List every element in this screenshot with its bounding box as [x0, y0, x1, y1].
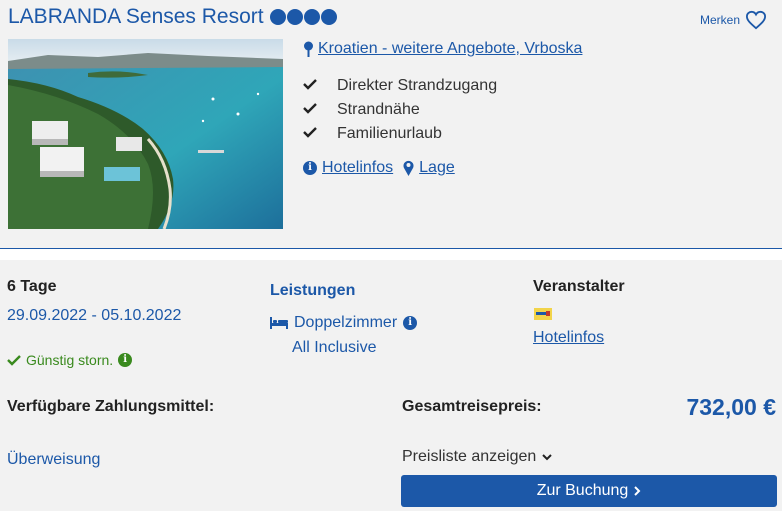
feature-item: Strandnähe: [303, 98, 497, 122]
check-icon: [303, 101, 337, 119]
total-price: 732,00 €: [686, 394, 776, 420]
hotel-location: Kroatien - weitere Angebote, Vrboska: [303, 40, 582, 58]
leistungen-title: Leistungen: [270, 282, 356, 299]
check-icon: [7, 355, 21, 366]
rating-dot: [320, 9, 337, 25]
rating-dot: [303, 9, 320, 25]
booking-button-label: Zur Buchung: [536, 482, 629, 499]
location-link[interactable]: Kroatien - weitere Angebote, Vrboska: [318, 40, 582, 58]
bed-icon: [270, 317, 288, 329]
preisliste-label: Preisliste anzeigen: [402, 448, 537, 465]
info-icon[interactable]: i: [118, 353, 133, 367]
chevron-right-icon: [634, 486, 641, 496]
hotel-rating: [269, 9, 337, 25]
duration: 6 Tage: [7, 278, 57, 295]
check-icon: [303, 77, 337, 95]
info-icon: i: [303, 161, 317, 175]
hotel-title[interactable]: LABRANDA Senses Resort: [8, 5, 337, 29]
room-type: Doppelzimmer i: [270, 314, 418, 332]
hotelinfos-link-group[interactable]: i Hotelinfos: [303, 159, 393, 177]
hotel-card-header: LABRANDA Senses Resort Merken Kroatien -…: [0, 0, 782, 249]
map-pin-icon: [304, 41, 313, 57]
rating-dot: [269, 9, 286, 25]
hotel-features: Direkter Strandzugang Strandnähe Familie…: [303, 74, 497, 146]
merken-button[interactable]: Merken: [700, 10, 767, 30]
tour-operator-logo: [534, 308, 552, 320]
hotel-photo[interactable]: [8, 39, 283, 229]
heart-icon: [746, 10, 767, 30]
hotel-info-links: i Hotelinfos Lage: [303, 159, 455, 177]
hotelinfos-link[interactable]: Hotelinfos: [322, 159, 393, 177]
feature-label: Familienurlaub: [337, 125, 442, 142]
lage-link-group[interactable]: Lage: [403, 159, 455, 177]
gesamtpreis-label: Gesamtreisepreis:: [402, 398, 542, 415]
check-icon: [303, 125, 337, 143]
feature-item: Familienurlaub: [303, 122, 497, 146]
storno-info: Günstig storn. i: [7, 352, 133, 368]
zahlungsmittel-title: Verfügbare Zahlungsmittel:: [7, 398, 215, 415]
veranstalter-link[interactable]: Hotelinfos: [533, 329, 604, 347]
veranstalter-title: Veranstalter: [533, 278, 625, 295]
offer-panel: [0, 260, 782, 511]
feature-label: Strandnähe: [337, 101, 420, 118]
feature-item: Direkter Strandzugang: [303, 74, 497, 98]
hotel-name[interactable]: LABRANDA Senses Resort: [8, 5, 264, 29]
feature-label: Direkter Strandzugang: [337, 77, 498, 94]
room-label: Doppelzimmer: [294, 314, 398, 331]
info-icon[interactable]: i: [403, 316, 418, 330]
travel-dates: 29.09.2022 - 05.10.2022: [7, 307, 182, 324]
chevron-down-icon: [542, 453, 553, 460]
board-type: All Inclusive: [292, 339, 377, 356]
lage-link[interactable]: Lage: [419, 159, 455, 177]
map-pin-icon: [403, 160, 414, 176]
booking-button[interactable]: Zur Buchung: [401, 475, 777, 507]
rating-dot: [286, 9, 303, 25]
payment-method: Überweisung: [7, 451, 101, 468]
storno-label: Günstig storn.: [26, 352, 114, 368]
preisliste-toggle[interactable]: Preisliste anzeigen: [402, 448, 553, 466]
merken-label: Merken: [700, 13, 741, 27]
